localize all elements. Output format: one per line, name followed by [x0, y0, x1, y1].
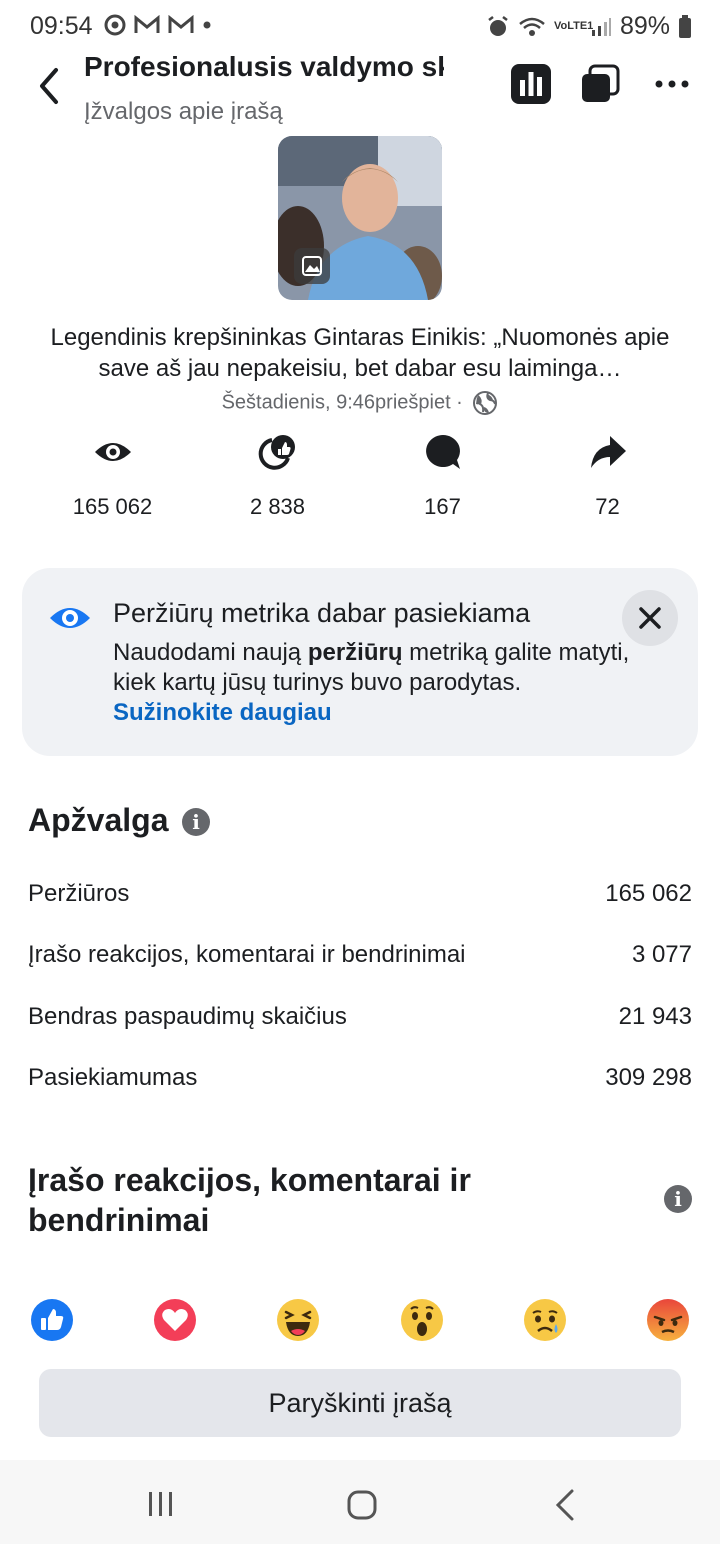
metric-row: Pasiekiamumas 309 298 — [28, 1064, 692, 1092]
angry-icon — [646, 1299, 689, 1341]
metric-row: Peržiūros 165 062 — [28, 880, 692, 908]
stat-value: 72 — [595, 494, 620, 519]
comment-icon — [425, 435, 460, 469]
stat-comments: 167 — [360, 432, 525, 520]
notice-bold-text: peržiūrų — [307, 639, 403, 666]
metric-label: Pasiekiamumas — [28, 1064, 198, 1091]
engagement-title-line: Įrašo reakcijos, komentarai ir — [28, 1162, 471, 1198]
metric-label: Bendras paspaudimų skaičius — [28, 1003, 347, 1030]
chrome-icon — [104, 14, 126, 36]
engagement-title: Įrašo reakcijos, komentarai ir bendrinim… — [28, 1160, 471, 1240]
back-nav-icon[interactable] — [552, 1488, 578, 1522]
stat-reactions: 2 838 — [195, 432, 360, 520]
post-date: Šeštadienis, 9:46priešpiet · — [221, 391, 463, 414]
page-title: Profesionalusis valdymo skydelis — [84, 51, 444, 82]
back-arrow-icon[interactable] — [30, 66, 70, 106]
post-thumbnail[interactable] — [278, 136, 442, 300]
stat-value: 165 062 — [72, 494, 153, 519]
engagement-title-line: bendrinimai — [28, 1202, 210, 1238]
reactions-icon — [258, 435, 295, 470]
system-nav-bar — [0, 1460, 720, 1544]
notice-text: Naudodami naują — [113, 639, 308, 666]
share-icon — [590, 436, 626, 468]
quick-stats: 165 062 2 838 167 72 — [30, 432, 690, 520]
sad-icon — [523, 1299, 566, 1341]
info-icon[interactable]: i — [182, 808, 210, 836]
close-icon — [639, 607, 661, 629]
notification-dot-icon — [203, 21, 211, 29]
stat-value: 167 — [424, 494, 461, 519]
insights-chart-icon[interactable] — [511, 64, 551, 104]
globe-icon — [473, 391, 498, 415]
copy-icon[interactable] — [580, 64, 620, 104]
status-bar: 09:54 VoLTE1 89% — [0, 0, 720, 54]
metric-label: Peržiūros — [28, 880, 130, 907]
metric-row: Įrašo reakcijos, komentarai ir bendrinim… — [28, 941, 692, 969]
gmail-icon — [134, 15, 160, 33]
boost-post-button[interactable]: Paryškinti įrašą — [39, 1369, 681, 1437]
home-icon[interactable] — [347, 1490, 377, 1520]
alarm-icon — [488, 15, 508, 36]
battery-icon — [679, 14, 691, 38]
wow-icon — [400, 1299, 443, 1341]
metric-value: 21 943 — [618, 1003, 692, 1030]
stat-shares: 72 — [525, 432, 690, 520]
close-notice-button[interactable] — [622, 590, 678, 646]
wifi-icon — [519, 17, 545, 36]
like-icon — [31, 1299, 73, 1341]
battery-percent: 89% — [619, 12, 670, 40]
eye-icon — [94, 443, 131, 461]
learn-more-link[interactable]: Sužinokite daugiau — [113, 699, 332, 726]
notice-body: Naudodami naują peržiūrų metriką galite … — [113, 638, 633, 728]
love-icon — [154, 1299, 197, 1341]
overview-title: Apžvalga — [28, 802, 169, 838]
signal-icon — [591, 17, 611, 36]
recent-apps-icon[interactable] — [146, 1490, 176, 1518]
reactions-row — [30, 1298, 690, 1342]
views-metric-notice: Peržiūrų metrika dabar pasiekiama Naudod… — [22, 568, 698, 756]
post-caption: Legendinis krepšininkas Gintaras Einikis… — [50, 324, 670, 382]
metric-row: Bendras paspaudimų skaičius 21 943 — [28, 1003, 692, 1031]
app-header: Profesionalusis valdymo skydelis Įžvalgo… — [0, 48, 720, 124]
metric-value: 309 298 — [605, 1064, 692, 1091]
stat-views: 165 062 — [30, 432, 195, 520]
metric-value: 165 062 — [605, 880, 692, 907]
network-label: VoLTE1 — [553, 20, 594, 32]
post-meta: Šeštadienis, 9:46priešpiet · — [0, 390, 720, 416]
status-time: 09:54 — [30, 12, 93, 40]
metric-label: Įrašo reakcijos, komentarai ir bendrinim… — [28, 941, 466, 968]
stat-value: 2 838 — [249, 494, 306, 519]
page-subtitle: Įžvalgos apie įrašą — [84, 98, 283, 124]
notice-title: Peržiūrų metrika dabar pasiekiama — [113, 598, 531, 628]
haha-icon — [277, 1299, 320, 1341]
eye-icon — [50, 608, 90, 628]
more-options-icon[interactable] — [652, 64, 692, 104]
image-badge-icon — [294, 248, 330, 284]
info-icon[interactable]: i — [664, 1185, 692, 1213]
gmail-icon — [168, 15, 194, 33]
metric-value: 3 077 — [631, 941, 692, 968]
